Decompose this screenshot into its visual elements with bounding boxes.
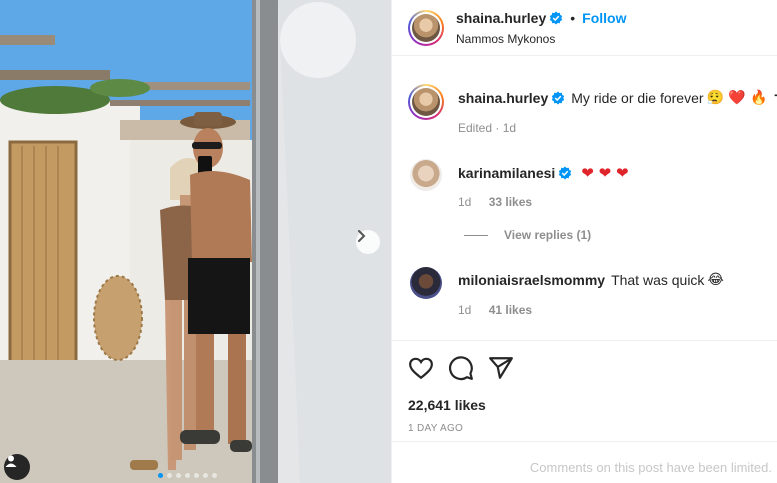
follow-button[interactable]: Follow — [582, 10, 626, 26]
likes-count[interactable]: 22,641 likes — [408, 397, 486, 413]
comment-icon[interactable] — [448, 355, 474, 381]
comment-age: 1d — [458, 195, 472, 209]
verified-badge-icon — [552, 91, 565, 105]
next-arrow-icon — [358, 230, 366, 242]
photo-scene — [0, 0, 391, 483]
comments-limited-bar: Comments on this post have been limited. — [392, 441, 777, 483]
caption-username[interactable]: shaina.hurley — [458, 90, 548, 106]
caption-avatar[interactable] — [408, 84, 444, 120]
comment-likes[interactable]: 41 likes — [489, 303, 532, 317]
comment-age: 1d — [458, 303, 472, 317]
commenter-username[interactable]: karinamilanesi — [458, 165, 555, 181]
post-caption: shaina.hurley My ride or die forever 😮‍💨… — [408, 84, 777, 140]
header-separator: • — [570, 10, 576, 26]
commenter-avatar[interactable] — [410, 267, 442, 299]
verified-badge-icon — [559, 166, 572, 180]
post-header: shaina.hurley • Follow Nammos Mykonos — [392, 0, 777, 56]
post-actions: 22,641 likes 1 DAY AGO Comments on this … — [392, 340, 777, 483]
author-username[interactable]: shaina.hurley — [456, 10, 546, 26]
caption-emoji: 😮‍💨 ❤️ 🔥 ✝ — [706, 90, 777, 106]
share-icon[interactable] — [488, 355, 514, 381]
comment-item: karinamilanesi ❤ ❤ ❤ 1d 33 likes — [408, 158, 768, 218]
caption-edited: Edited — [458, 121, 493, 135]
comment-emoji: 😂 — [707, 272, 724, 288]
carousel-dot — [158, 473, 163, 478]
user-tags-button[interactable] — [4, 454, 30, 480]
carousel-dot — [176, 473, 181, 478]
caption-age: 1d — [502, 121, 517, 135]
verified-badge-icon — [550, 11, 563, 25]
carousel-dot — [185, 473, 190, 478]
comment-text: That was quick — [611, 272, 705, 288]
carousel-dot — [212, 473, 217, 478]
comment-likes[interactable]: 33 likes — [489, 195, 532, 209]
post-timestamp: 1 DAY AGO — [408, 423, 464, 434]
post-photo[interactable] — [0, 0, 391, 483]
view-replies-button[interactable]: View replies (1) — [464, 228, 591, 242]
post-location[interactable]: Nammos Mykonos — [456, 32, 555, 46]
commenter-username[interactable]: miloniaisraelsmommy — [458, 272, 605, 288]
post-details-panel: shaina.hurley • Follow Nammos Mykonos sh… — [391, 0, 777, 483]
carousel-indicator — [158, 473, 217, 478]
carousel-dot — [194, 473, 199, 478]
caption-text: My ride or die forever — [571, 90, 704, 106]
comments-limited-notice: Comments on this post have been limited. — [529, 460, 772, 475]
comment-item: miloniaisraelsmommy That was quick 😂 1d … — [408, 266, 768, 326]
user-tag-icon — [5, 455, 17, 467]
heart-icon[interactable] — [408, 355, 434, 381]
carousel-dot — [167, 473, 172, 478]
caption-separator: · — [495, 121, 503, 135]
author-avatar[interactable] — [408, 10, 444, 46]
commenter-avatar[interactable] — [410, 159, 442, 191]
carousel-dot — [203, 473, 208, 478]
view-replies-label: View replies (1) — [504, 228, 592, 242]
comment-emoji: ❤ ❤ ❤ — [581, 164, 629, 182]
replies-divider — [464, 234, 488, 236]
carousel-next-button[interactable] — [356, 230, 380, 254]
